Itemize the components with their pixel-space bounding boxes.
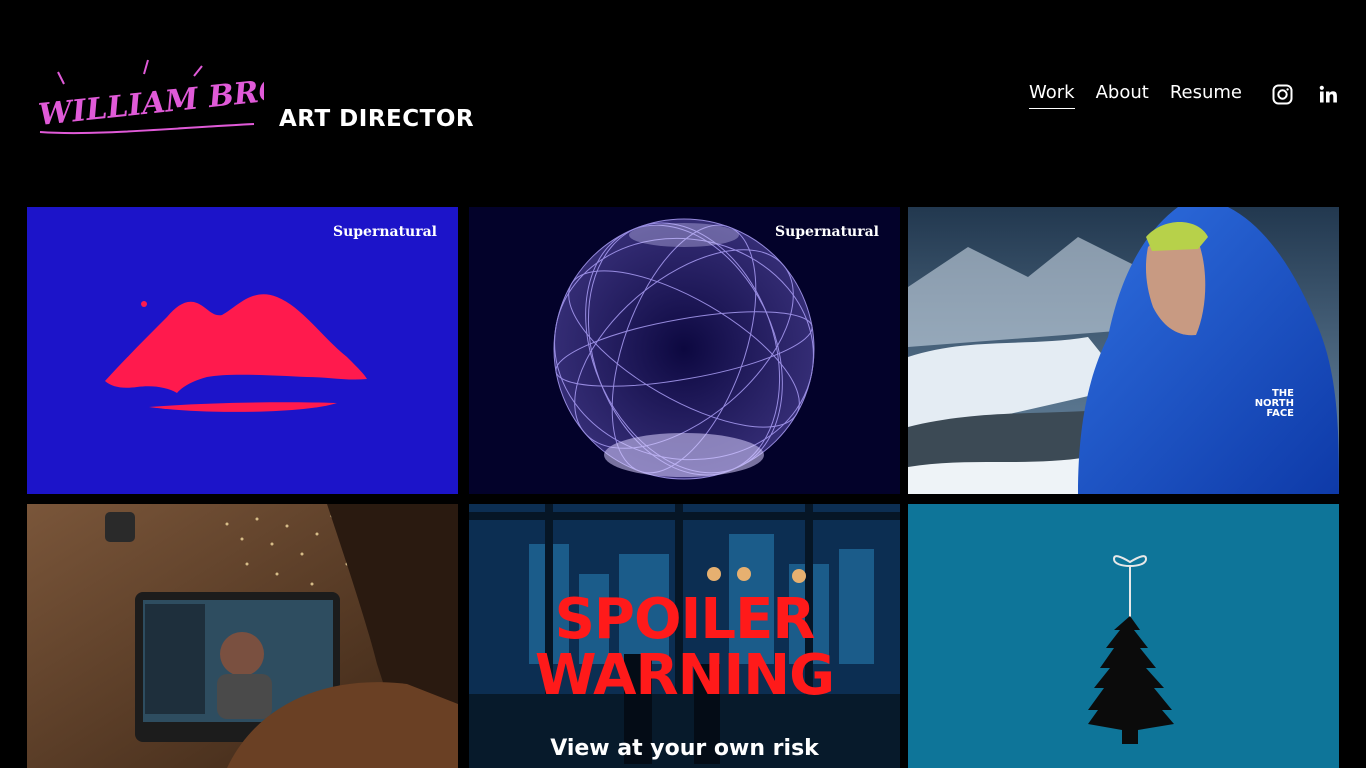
nav-work[interactable]: Work xyxy=(1029,82,1075,109)
project-tile-home-workout[interactable] xyxy=(27,504,458,768)
main-nav: Work About Resume xyxy=(1029,82,1242,109)
north-face-logo: THE NORTH FACE xyxy=(1254,388,1294,419)
social-links xyxy=(1272,84,1339,105)
tagline: ART DIRECTOR xyxy=(279,106,475,132)
project-tile-north-face-climber[interactable]: THE NORTH FACE xyxy=(908,207,1339,494)
supernatural-logo: Supernatural xyxy=(332,224,437,240)
instagram-icon[interactable] xyxy=(1272,84,1293,105)
project-tile-spoiler-warning[interactable]: SPOILER WARNING View at your own risk xyxy=(469,504,900,768)
spoiler-headline-2: WARNING xyxy=(534,643,835,708)
project-tile-supernatural-red-shape[interactable]: Supernatural xyxy=(27,207,458,494)
spoiler-caption: View at your own risk xyxy=(550,736,819,761)
logo-text: WILLIAM BROUSSARD xyxy=(37,57,264,133)
project-tile-air-freshener[interactable] xyxy=(908,504,1339,768)
linkedin-icon[interactable] xyxy=(1318,84,1339,105)
project-tile-supernatural-sphere[interactable]: Supernatural xyxy=(469,207,900,494)
nav-about[interactable]: About xyxy=(1096,82,1149,109)
logo[interactable]: WILLIAM BROUSSARD xyxy=(34,44,429,144)
logo-signature: WILLIAM BROUSSARD xyxy=(37,57,429,135)
supernatural-logo: Supernatural xyxy=(774,224,879,240)
nav-resume[interactable]: Resume xyxy=(1170,82,1242,109)
spoiler-headline-1: SPOILER xyxy=(554,587,816,652)
